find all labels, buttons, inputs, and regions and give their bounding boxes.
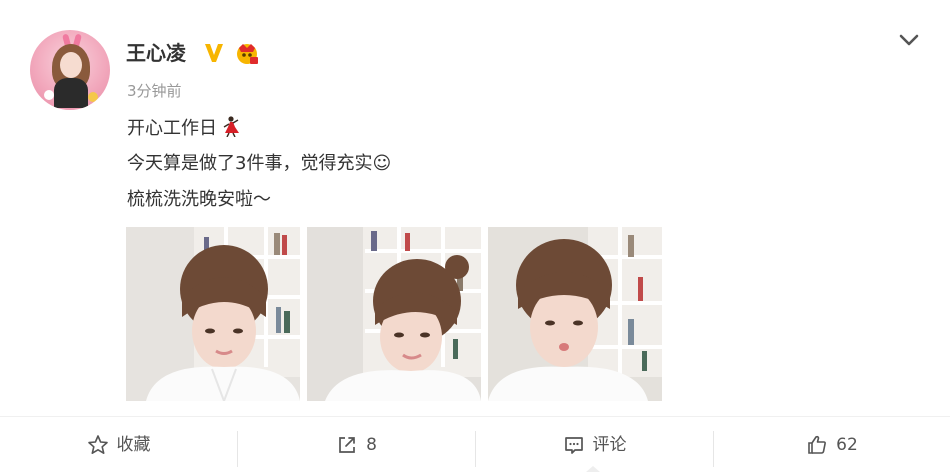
share-button[interactable]: 8 xyxy=(238,417,475,472)
post-text-line-1: 开心工作日 xyxy=(127,115,241,142)
favorite-button[interactable]: 收藏 xyxy=(0,417,237,472)
selfie-image xyxy=(488,227,662,401)
share-out-icon xyxy=(339,436,355,453)
photo-thumbnail[interactable] xyxy=(307,227,481,401)
photo-thumbnail[interactable] xyxy=(126,227,300,401)
post-text-line-2: 今天算是做了3件事，觉得充实☺ xyxy=(127,153,392,174)
share-count: 8 xyxy=(366,434,377,455)
post-text-line-3: 梳梳洗洗晚安啦～ xyxy=(127,189,271,210)
avatar[interactable] xyxy=(30,30,110,110)
dancer-emoji-icon xyxy=(223,116,239,137)
avatar-face xyxy=(60,52,82,78)
comment-caret xyxy=(586,466,600,472)
photo-thumbnail[interactable] xyxy=(488,227,662,401)
verified-v-icon xyxy=(205,44,223,62)
avatar-body xyxy=(54,78,88,108)
avatar-decoration xyxy=(88,92,98,102)
post-time[interactable]: 3分钟前 xyxy=(127,81,182,101)
like-button[interactable]: 62 xyxy=(714,417,950,472)
action-bar: 收藏 8 评论 62 xyxy=(0,417,950,472)
avatar-decoration xyxy=(44,90,54,100)
chevron-down-icon[interactable] xyxy=(897,30,921,50)
comment-button[interactable]: 评论 xyxy=(476,417,713,472)
vip-crown-icon[interactable] xyxy=(234,40,260,66)
comment-icon xyxy=(564,436,583,454)
favorite-label: 收藏 xyxy=(116,434,151,455)
star-outline-icon xyxy=(87,434,108,454)
weibo-post-card: 王心凌 3分钟前 开心工作日 今天算是做了3件事，觉得充实☺ 梳梳洗洗晚安啦～ xyxy=(0,0,950,472)
like-count: 62 xyxy=(836,434,858,455)
selfie-image xyxy=(126,227,300,401)
thumb-up-icon xyxy=(808,435,827,454)
comment-label: 评论 xyxy=(592,434,627,455)
selfie-image xyxy=(307,227,481,401)
author-name[interactable]: 王心凌 xyxy=(126,41,186,65)
post-text: 开心工作日 xyxy=(127,118,217,139)
